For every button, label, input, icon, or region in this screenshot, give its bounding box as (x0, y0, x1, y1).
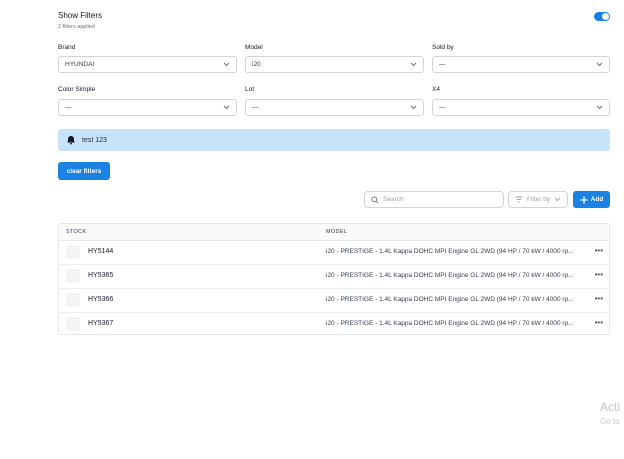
search-input[interactable]: Search (364, 191, 504, 208)
table-header: STOCK MODEL (59, 224, 609, 241)
chevron-down-icon (595, 104, 603, 112)
filter-icon (515, 196, 523, 203)
column-header-stock: STOCK (66, 229, 87, 235)
lot-select[interactable]: — (245, 99, 424, 116)
chevron-down-icon (554, 197, 561, 202)
brand-select[interactable]: HYUNDAI (58, 56, 237, 73)
model-cell: i20 - PRESTIGE - 1.4L Kappa DOHC MPI Eng… (326, 248, 574, 255)
table-row[interactable]: HY5365 i20 - PRESTIGE - 1.4L Kappa DOHC … (59, 264, 609, 289)
column-header-model: MODEL (326, 229, 348, 235)
x4-label: X4 (432, 86, 440, 93)
stock-cell: HY5365 (88, 272, 114, 279)
bell-icon (66, 135, 76, 145)
chevron-down-icon (595, 61, 603, 69)
show-filters-toggle[interactable] (594, 12, 610, 21)
vehicle-thumbnail (66, 245, 80, 259)
model-cell: i20 - PRESTIGE - 1.4L Kappa DOHC MPI Eng… (326, 320, 574, 327)
sold-by-label: Sold by (432, 44, 454, 51)
table-row[interactable]: HY5144 i20 - PRESTIGE - 1.4L Kappa DOHC … (59, 240, 609, 265)
stock-cell: HY5144 (88, 248, 114, 255)
activation-watermark-title: Acti (600, 400, 621, 414)
color-simple-select[interactable]: — (58, 99, 237, 116)
toggle-knob (602, 13, 609, 20)
sold-by-value: — (439, 61, 446, 68)
model-value: i20 (252, 61, 261, 68)
model-select[interactable]: i20 (245, 56, 424, 73)
activation-watermark-subtitle: Go to (600, 417, 620, 426)
chevron-down-icon (222, 104, 230, 112)
table-row[interactable]: HY5366 i20 - PRESTIGE - 1.4L Kappa DOHC … (59, 288, 609, 313)
filter-by-label: Filter by (526, 196, 551, 203)
brand-value: HYUNDAI (65, 61, 95, 68)
x4-select[interactable]: — (432, 99, 610, 116)
model-label: Model (245, 44, 263, 51)
row-menu-icon[interactable]: ••• (595, 270, 603, 279)
model-cell: i20 - PRESTIGE - 1.4L Kappa DOHC MPI Eng… (326, 272, 574, 279)
page-title: Show Filters (58, 11, 103, 20)
search-placeholder: Search (383, 196, 404, 203)
lot-value: — (252, 104, 259, 111)
vehicle-thumbnail (66, 269, 80, 283)
chevron-down-icon (409, 104, 417, 112)
row-menu-icon[interactable]: ••• (595, 294, 603, 303)
color-simple-label: Color Simple (58, 86, 96, 93)
filters-applied-count: 2 filters applied (58, 24, 95, 30)
row-menu-icon[interactable]: ••• (595, 246, 603, 255)
model-cell: i20 - PRESTIGE - 1.4L Kappa DOHC MPI Eng… (326, 296, 574, 303)
vehicle-thumbnail (66, 317, 80, 331)
row-menu-icon[interactable]: ••• (595, 318, 603, 327)
stock-cell: HY5367 (88, 320, 114, 327)
chevron-down-icon (222, 61, 230, 69)
table-row[interactable]: HY5367 i20 - PRESTIGE - 1.4L Kappa DOHC … (59, 312, 609, 336)
stock-table: STOCK MODEL HY5144 i20 - PRESTIGE - 1.4L… (58, 223, 610, 335)
clear-filters-button[interactable]: clear filters (58, 162, 110, 180)
brand-label: Brand (58, 44, 76, 51)
plus-icon (580, 196, 588, 203)
sold-by-select[interactable]: — (432, 56, 610, 73)
vehicle-thumbnail (66, 293, 80, 307)
info-alert: test 123 (58, 129, 610, 151)
alert-text: test 123 (82, 136, 107, 144)
chevron-down-icon (409, 61, 417, 69)
add-button-label: Add (590, 196, 604, 203)
filter-by-dropdown[interactable]: Filter by (508, 191, 568, 208)
lot-label: Lot (245, 86, 255, 93)
x4-value: — (439, 104, 446, 111)
add-button[interactable]: Add (573, 191, 610, 208)
search-icon (371, 195, 379, 204)
stock-cell: HY5366 (88, 296, 114, 303)
color-simple-value: — (65, 104, 72, 111)
